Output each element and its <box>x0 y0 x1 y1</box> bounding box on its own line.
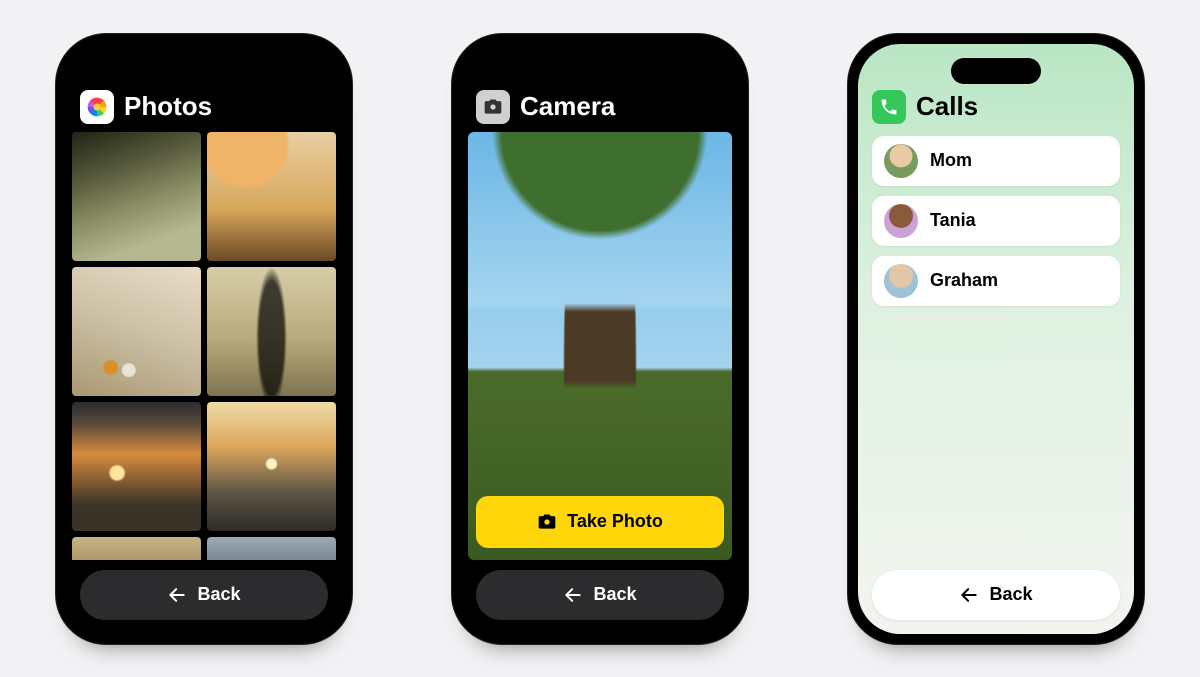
contact-name: Graham <box>930 270 998 291</box>
phone-photos: Photos Back <box>56 34 352 644</box>
photos-app-icon <box>80 90 114 124</box>
phone-camera: Camera Take Photo Back <box>452 34 748 644</box>
dynamic-island <box>951 58 1041 84</box>
contact-name: Mom <box>930 150 972 171</box>
phone-calls: Calls Mom Tania Graham <box>848 34 1144 644</box>
avatar <box>884 204 918 238</box>
camera-content: Take Photo <box>462 132 738 560</box>
photo-thumbnail[interactable] <box>207 132 336 261</box>
take-photo-label: Take Photo <box>567 511 663 532</box>
photo-thumbnail[interactable] <box>207 537 336 560</box>
screen-photos: Photos Back <box>66 44 342 634</box>
photos-back-bar: Back <box>66 560 342 634</box>
photo-thumbnail[interactable] <box>72 537 201 560</box>
back-button[interactable]: Back <box>476 570 724 620</box>
avatar <box>884 144 918 178</box>
photos-title: Photos <box>124 91 212 122</box>
photo-thumbnail[interactable] <box>72 267 201 396</box>
photos-content <box>66 132 342 560</box>
avatar <box>884 264 918 298</box>
dynamic-island <box>159 58 249 84</box>
back-label: Back <box>197 584 240 605</box>
camera-title: Camera <box>520 91 615 122</box>
contacts-list: Mom Tania Graham <box>858 132 1134 306</box>
dynamic-island <box>555 58 645 84</box>
camera-icon <box>537 512 557 532</box>
contact-row[interactable]: Graham <box>872 256 1120 306</box>
photo-thumbnail[interactable] <box>72 132 201 261</box>
camera-back-bar: Back <box>462 560 738 634</box>
screen-camera: Camera Take Photo Back <box>462 44 738 634</box>
photo-thumbnail[interactable] <box>72 402 201 531</box>
screen-calls: Calls Mom Tania Graham <box>858 44 1134 634</box>
contact-name: Tania <box>930 210 976 231</box>
contact-row[interactable]: Tania <box>872 196 1120 246</box>
calls-app-icon <box>872 90 906 124</box>
photos-flower-icon <box>86 96 108 118</box>
back-button[interactable]: Back <box>80 570 328 620</box>
take-photo-button[interactable]: Take Photo <box>476 496 724 548</box>
photo-thumbnail[interactable] <box>207 402 336 531</box>
back-label: Back <box>593 584 636 605</box>
photo-grid[interactable] <box>66 132 342 560</box>
back-label: Back <box>989 584 1032 605</box>
contact-row[interactable]: Mom <box>872 136 1120 186</box>
arrow-left-icon <box>959 585 979 605</box>
phone-icon <box>879 97 899 117</box>
calls-back-bar: Back <box>858 560 1134 634</box>
calls-title: Calls <box>916 91 978 122</box>
camera-app-icon <box>476 90 510 124</box>
camera-icon <box>483 97 503 117</box>
arrow-left-icon <box>167 585 187 605</box>
arrow-left-icon <box>563 585 583 605</box>
calls-content: Mom Tania Graham <box>858 132 1134 560</box>
photo-thumbnail[interactable] <box>207 267 336 396</box>
back-button[interactable]: Back <box>872 570 1120 620</box>
